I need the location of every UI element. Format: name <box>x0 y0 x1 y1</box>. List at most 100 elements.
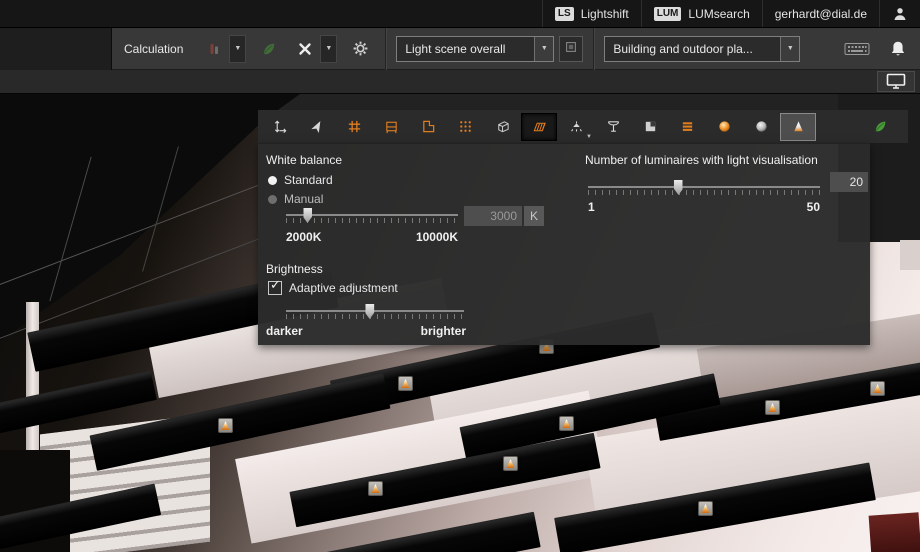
start-calculation-button[interactable] <box>199 34 229 64</box>
floor-texture-button[interactable] <box>521 113 557 141</box>
luminaire-marker[interactable] <box>698 501 713 516</box>
ribbon-toolbar: Calculation ▼ ▼ Light scene overal <box>0 28 920 70</box>
light-scene-caret[interactable]: ▼ <box>534 37 553 61</box>
keyboard-icon <box>844 42 870 56</box>
white-balance-title: White balance <box>266 153 342 167</box>
sphere-button[interactable] <box>743 113 779 141</box>
raster-icon <box>680 119 695 134</box>
calculation-settings-button[interactable] <box>345 34 375 64</box>
scene-frame-icon <box>564 40 578 54</box>
check-icon: ✓ <box>270 278 281 291</box>
room-outline-icon <box>421 119 436 134</box>
furniture-icon <box>384 119 399 134</box>
energy-leaf-button[interactable] <box>862 113 898 141</box>
helplines-button[interactable] <box>336 113 372 141</box>
chevron-down-icon: ▼ <box>325 45 332 52</box>
radio-selected-icon <box>268 176 277 185</box>
adaptive-adjustment-checkbox[interactable]: ✓ Adaptive adjustment <box>268 281 398 295</box>
light-distribution-button[interactable] <box>595 113 631 141</box>
kelvin-value-field[interactable]: 3000 <box>464 206 522 226</box>
wireframe-cube-button[interactable] <box>484 113 520 141</box>
cancel-calculation-dropdown[interactable]: ▼ <box>320 35 337 63</box>
sphere-icon <box>754 119 769 134</box>
luminaire-flame-icon <box>562 419 571 428</box>
scale-max-label: brighter <box>421 324 466 338</box>
luminaire-flame-icon <box>506 459 515 468</box>
site-caret[interactable]: ▼ <box>780 37 799 61</box>
scale-min-label: 1 <box>588 200 595 214</box>
luminaire-marker[interactable] <box>765 400 780 415</box>
chevron-down-icon: ▼ <box>541 45 548 52</box>
energy-leaf-icon <box>873 119 888 134</box>
luminaire-count-title: Number of luminaires with light visualis… <box>585 153 818 167</box>
helplines-icon <box>347 119 362 134</box>
luminaire-flame-icon <box>221 421 230 430</box>
top-menu-bar: LS Lightshift LUM LUMsearch gerhardt@dia… <box>0 0 920 28</box>
start-calculation-dropdown[interactable]: ▼ <box>229 35 246 63</box>
luminaires-icon <box>569 119 584 134</box>
false-colours-button[interactable] <box>632 113 668 141</box>
render-viewport[interactable]: ▼ White balance Standard Manual <box>0 94 920 552</box>
luminaire-marker[interactable] <box>559 416 574 431</box>
furniture-button[interactable] <box>373 113 409 141</box>
slider-ticks <box>286 218 458 223</box>
light-visualisation-panel: White balance Standard Manual 2000K 1000… <box>258 143 870 345</box>
raster-button[interactable] <box>669 113 705 141</box>
user-menu-button[interactable] <box>879 0 920 27</box>
close-x-icon <box>297 41 313 57</box>
display-mode-button[interactable] <box>877 71 915 92</box>
luminaires-button[interactable]: ▼ <box>558 113 594 141</box>
luminaire-count-value-field[interactable]: 20 <box>830 172 868 192</box>
white-balance-slider[interactable] <box>286 208 458 228</box>
monitor-icon <box>886 73 906 90</box>
calculation-grid-icon <box>458 119 473 134</box>
scale-max-label: 10000K <box>416 230 458 244</box>
luminaire-marker[interactable] <box>503 456 518 471</box>
red-crate-render <box>869 512 920 552</box>
luminaire-marker[interactable] <box>368 481 383 496</box>
glow-sphere-button[interactable] <box>706 113 742 141</box>
scale-max-label: 50 <box>807 200 820 214</box>
brightness-scale: darker brighter <box>266 324 466 338</box>
luminaire-count-scale: 1 50 <box>588 200 820 214</box>
lumsearch-link[interactable]: LUM LUMsearch <box>641 0 762 27</box>
light-scene-edit-button[interactable] <box>559 36 583 62</box>
white-balance-scale: 2000K 10000K <box>286 230 458 244</box>
cancel-calculation-button[interactable] <box>290 34 320 64</box>
calculation-bars-icon <box>206 41 222 57</box>
floor-texture-icon <box>532 119 547 134</box>
calculation-grid-button[interactable] <box>447 113 483 141</box>
luminaire-marker[interactable] <box>398 376 413 391</box>
brightness-slider[interactable] <box>286 304 464 324</box>
adaptive-adjustment-label: Adaptive adjustment <box>289 281 398 295</box>
site-select[interactable]: Building and outdoor pla... ▼ <box>604 36 800 62</box>
energy-evaluation-button[interactable] <box>254 34 284 64</box>
lightshift-link[interactable]: LS Lightshift <box>542 0 641 27</box>
measure-button[interactable] <box>262 113 298 141</box>
light-visualisation-button[interactable] <box>780 113 816 141</box>
lumsearch-icon: LUM <box>654 7 682 21</box>
chevron-down-icon: ▼ <box>586 134 592 140</box>
luminaire-marker[interactable] <box>870 381 885 396</box>
white-balance-manual-radio[interactable]: Manual <box>268 192 323 206</box>
user-account-link[interactable]: gerhardt@dial.de <box>762 0 879 27</box>
leaf-icon <box>261 41 277 57</box>
standard-radio-label: Standard <box>284 173 333 187</box>
manual-radio-label: Manual <box>284 192 323 206</box>
room-outline-button[interactable] <box>410 113 446 141</box>
slider-ticks <box>588 190 820 195</box>
light-distribution-icon <box>606 119 621 134</box>
light-scene-select[interactable]: Light scene overall ▼ <box>396 36 554 62</box>
luminaire-count-slider[interactable] <box>588 180 820 200</box>
luminaire-marker[interactable] <box>218 418 233 433</box>
light-visualisation-icon <box>791 119 806 134</box>
keyboard-shortcuts-button[interactable] <box>844 42 870 56</box>
wireframe-cube-icon <box>495 119 510 134</box>
white-balance-standard-radio[interactable]: Standard <box>268 173 333 187</box>
luminaire-flame-icon <box>701 504 710 513</box>
notifications-button[interactable] <box>890 40 906 58</box>
lightshift-icon: LS <box>555 7 574 21</box>
luminaire-flame-icon <box>371 484 380 493</box>
ribbon-separator <box>385 28 386 70</box>
north-arrow-button[interactable] <box>299 113 335 141</box>
